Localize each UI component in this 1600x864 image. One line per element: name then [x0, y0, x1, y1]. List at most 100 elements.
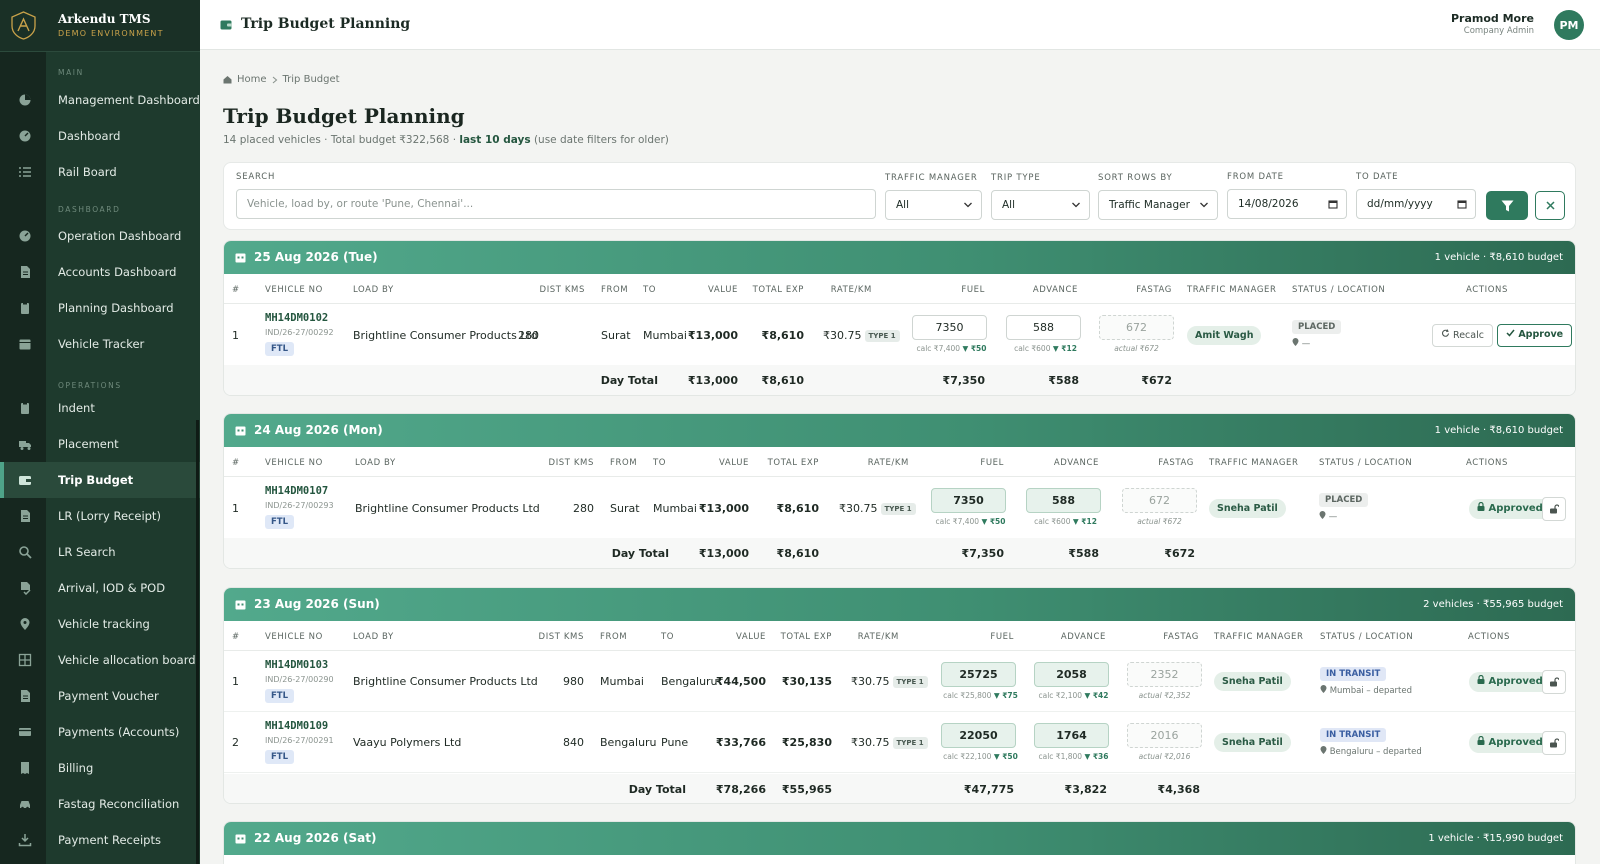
column-header-num: # — [232, 632, 240, 642]
advance-calc: calc ₹2,100 ▼ ₹42 — [1036, 691, 1111, 700]
advance-input[interactable]: 1764 — [1034, 723, 1109, 748]
advance-input[interactable]: 2058 — [1034, 662, 1109, 687]
table-row[interactable]: 1 MH14DM0107 IND/26-27/00293 FTL Brightline … — [224, 477, 1575, 540]
column-header-from: FROM — [601, 285, 629, 295]
sidebar-item-trip-budget[interactable]: Trip Budget — [0, 462, 200, 498]
sidebar-item-dashboard[interactable]: Dashboard — [0, 118, 200, 154]
table-row[interactable]: 1 MH14DM0103 IND/26-27/00290 FTL Brightline … — [224, 651, 1575, 712]
column-header-from: FROM — [610, 458, 638, 468]
approved-badge: Approved — [1469, 499, 1551, 519]
unlock-icon — [1550, 504, 1559, 514]
subtitle-summary: 14 placed vehicles · Total budget ₹322,5… — [223, 134, 460, 146]
section-operations: OPERATIONS — [58, 381, 122, 390]
to-date-label: TO DATE — [1356, 172, 1399, 182]
sidebar-item-label: Planning Dashboard — [58, 301, 174, 315]
table-row[interactable]: 2 MH14DM0109 IND/26-27/00291 FTL Vaayu Polym… — [224, 712, 1575, 773]
advance-input[interactable]: 588 — [1006, 315, 1081, 340]
logo-icon — [11, 11, 36, 40]
brand[interactable]: Arkendu TMS DEMO ENVIRONMENT — [0, 0, 200, 52]
to-date-input[interactable]: dd/mm/yyyy — [1356, 189, 1476, 219]
fuel-input[interactable]: 22050 — [941, 723, 1016, 748]
trip-type-select[interactable]: All — [991, 190, 1090, 220]
from-date-input[interactable]: 14/08/2026 — [1227, 189, 1347, 219]
chevron-down-icon — [1200, 202, 1208, 208]
sidebar-item-fastag-reconciliation[interactable]: Fastag Reconciliation — [0, 786, 200, 822]
unlock-button[interactable] — [1542, 731, 1566, 755]
day-header[interactable]: 24 Aug 2026 (Mon) 1 vehicle · ₹8,610 bud… — [224, 414, 1575, 447]
sidebar-item-payment-voucher[interactable]: Payment Voucher — [0, 678, 200, 714]
sidebar-scrollbar[interactable] — [196, 420, 199, 864]
column-header-fastag: FASTAG — [1158, 458, 1194, 468]
column-header-to: TO — [661, 632, 675, 642]
sidebar-item-planning-dashboard[interactable]: Planning Dashboard — [0, 290, 200, 326]
calc-diff: ▼ ₹42 — [1084, 691, 1109, 700]
column-header-rate: RATE/KM — [867, 458, 909, 468]
user-name[interactable]: Pramod More — [1451, 12, 1534, 25]
row-number: 1 — [232, 675, 239, 688]
day-header[interactable]: 23 Aug 2026 (Sun) 2 vehicles · ₹55,965 b… — [224, 588, 1575, 621]
type-badge: TYPE 1 — [892, 676, 928, 688]
sidebar-item-operation-dashboard[interactable]: Operation Dashboard — [0, 218, 200, 254]
day-header[interactable]: 25 Aug 2026 (Tue) 1 vehicle · ₹8,610 bud… — [224, 241, 1575, 274]
sidebar-item-vehicle-allocation-board[interactable]: Vehicle allocation board — [0, 642, 200, 678]
traffic-manager-select[interactable]: All — [885, 190, 982, 220]
advance-input[interactable]: 588 — [1026, 488, 1101, 513]
table-row[interactable]: 1 MH14DM0102 IND/26-27/00292 FTL Brightline … — [224, 304, 1575, 367]
day-header[interactable]: 22 Aug 2026 (Sat) 1 vehicle · ₹15,990 bu… — [224, 822, 1575, 855]
breadcrumb-home[interactable]: Home — [237, 74, 267, 85]
rate-value: ₹30.75 — [823, 329, 862, 342]
sidebar-item-payments-accounts[interactable]: Payments (Accounts) — [0, 714, 200, 750]
lr-number: IND/26-27/00293 — [265, 501, 334, 510]
fuel-calc: calc ₹7,400 ▼ ₹50 — [914, 344, 989, 353]
unlock-button[interactable] — [1542, 497, 1566, 521]
total-value: ₹78,266 — [715, 783, 766, 796]
sidebar-item-payment-receipts[interactable]: Payment Receipts — [0, 822, 200, 858]
sidebar-item-rail-board[interactable]: Rail Board — [0, 154, 200, 190]
recalc-button[interactable]: Recalc — [1432, 324, 1493, 347]
column-header-advance: ADVANCE — [1032, 285, 1078, 295]
clear-filter-button[interactable] — [1535, 191, 1565, 220]
vehicle-number: MH14DM0107 — [265, 485, 329, 497]
truck-icon — [19, 441, 31, 450]
fuel-input[interactable]: 7350 — [931, 488, 1006, 513]
column-header-status: STATUS / LOCATION — [1320, 632, 1414, 642]
sidebar-item-lr-search[interactable]: LR Search — [0, 534, 200, 570]
sidebar-item-vehicle-tracking[interactable]: Vehicle tracking — [0, 606, 200, 642]
calc-value: calc ₹7,400 — [935, 517, 980, 526]
calendar-icon — [235, 600, 246, 610]
total-fuel: ₹7,350 — [961, 547, 1004, 560]
sidebar-item-indent[interactable]: Indent — [0, 390, 200, 426]
trip-type-label: TRIP TYPE — [991, 173, 1041, 183]
sort-select[interactable]: Traffic Manager — [1098, 190, 1218, 220]
to-city: Mumbai — [643, 329, 687, 342]
sidebar-item-label: Billing — [58, 761, 94, 775]
status-badge: IN TRANSIT — [1320, 667, 1387, 681]
status-badge: IN TRANSIT — [1320, 728, 1387, 742]
search-input[interactable]: Vehicle, load by, or route 'Pune, Chenna… — [236, 189, 876, 219]
sidebar-item-label: Payments (Accounts) — [58, 725, 180, 739]
column-header-to: TO — [643, 285, 657, 295]
sidebar-item-billing[interactable]: Billing — [0, 750, 200, 786]
fastag-actual: actual ₹2,016 — [1138, 752, 1191, 761]
total-fastag: ₹672 — [1141, 374, 1172, 387]
rate-value: ₹30.75 — [839, 502, 878, 515]
sidebar-item-vehicle-tracker[interactable]: Vehicle Tracker — [0, 326, 200, 362]
section-main: MAIN — [58, 68, 84, 77]
sidebar-item-placement[interactable]: Placement — [0, 426, 200, 462]
sidebar-item-arrival-iod-pod[interactable]: Arrival, IOD & POD — [0, 570, 200, 606]
app-environment: DEMO ENVIRONMENT — [58, 29, 164, 38]
sidebar-item-lr-lorry-receipt[interactable]: LR (Lorry Receipt) — [0, 498, 200, 534]
avatar[interactable]: PM — [1554, 10, 1584, 40]
fuel-input[interactable]: 7350 — [912, 315, 987, 340]
sidebar-item-management-dashboard[interactable]: Management Dashboard — [0, 82, 200, 118]
sidebar-item-accounts-dashboard[interactable]: Accounts Dashboard — [0, 254, 200, 290]
traffic-manager-badge: Sneha Patil — [1214, 672, 1291, 691]
receipt-icon — [21, 762, 29, 774]
total-value: ₹13,000 — [698, 547, 749, 560]
approve-button[interactable]: Approve — [1497, 324, 1573, 347]
apply-filter-button[interactable] — [1486, 191, 1528, 220]
unlock-icon — [1550, 738, 1559, 748]
fuel-input[interactable]: 25725 — [941, 662, 1016, 687]
unlock-button[interactable] — [1542, 670, 1566, 694]
approved-label: Approved — [1488, 503, 1543, 514]
